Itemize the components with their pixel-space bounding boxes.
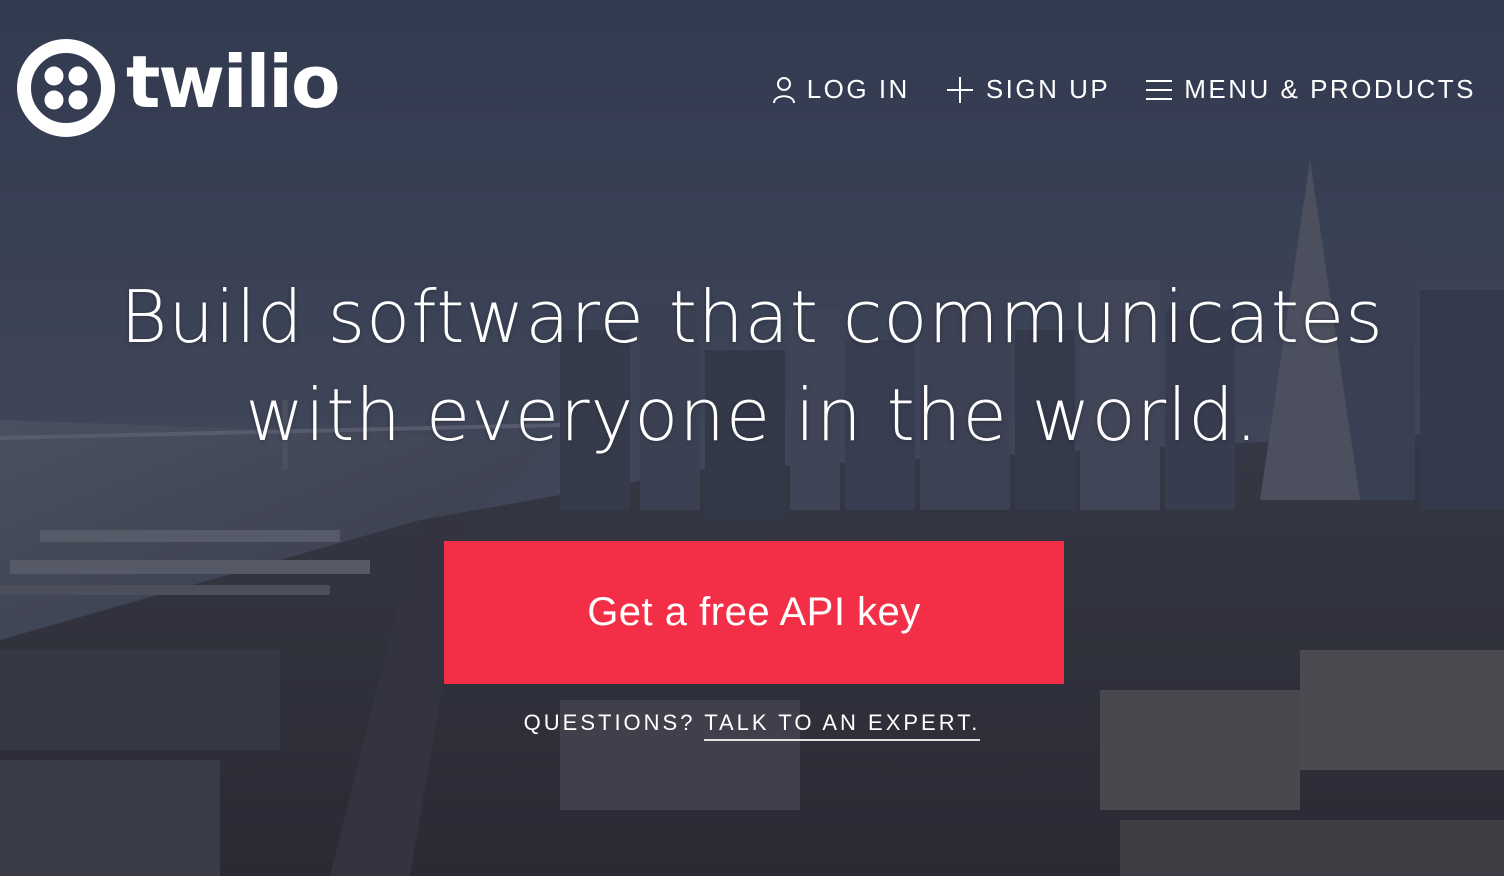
user-icon [772,76,795,103]
hero-headline: Build software that communicates with ev… [0,268,1504,464]
login-label: LOG IN [806,74,910,104]
talk-to-expert-link[interactable]: TALK TO AN EXPERT. [704,710,981,741]
headline-line-1: Build software that communicates [120,275,1384,359]
menu-products-button[interactable]: MENU & PRODUCTS [1146,74,1476,105]
plus-icon [946,76,973,103]
questions-line: QUESTIONS? TALK TO AN EXPERT. [0,710,1504,741]
questions-prefix: QUESTIONS? [523,710,705,735]
get-api-key-button[interactable]: Get a free API key [444,541,1064,684]
questions-suffix: . [971,710,981,735]
top-nav: LOG IN SIGN UP MENU & PRODUCTS [737,74,1476,105]
headline-line-2: with everyone in the world. [245,373,1259,457]
menu-products-label: MENU & PRODUCTS [1184,74,1476,104]
hamburger-icon [1146,79,1173,100]
signup-link[interactable]: SIGN UP [946,74,1110,105]
signup-label: SIGN UP [985,74,1111,104]
talk-to-expert-label: TALK TO AN EXPERT [704,710,972,735]
twilio-logo-icon [17,39,115,137]
logo-wordmark: twilio [126,40,340,124]
twilio-logo[interactable]: twilio [16,38,340,138]
hero-section: twilio LOG IN SIGN UP MENU & PRODUCTS Bu… [0,0,1504,876]
login-link[interactable]: LOG IN [772,74,910,105]
